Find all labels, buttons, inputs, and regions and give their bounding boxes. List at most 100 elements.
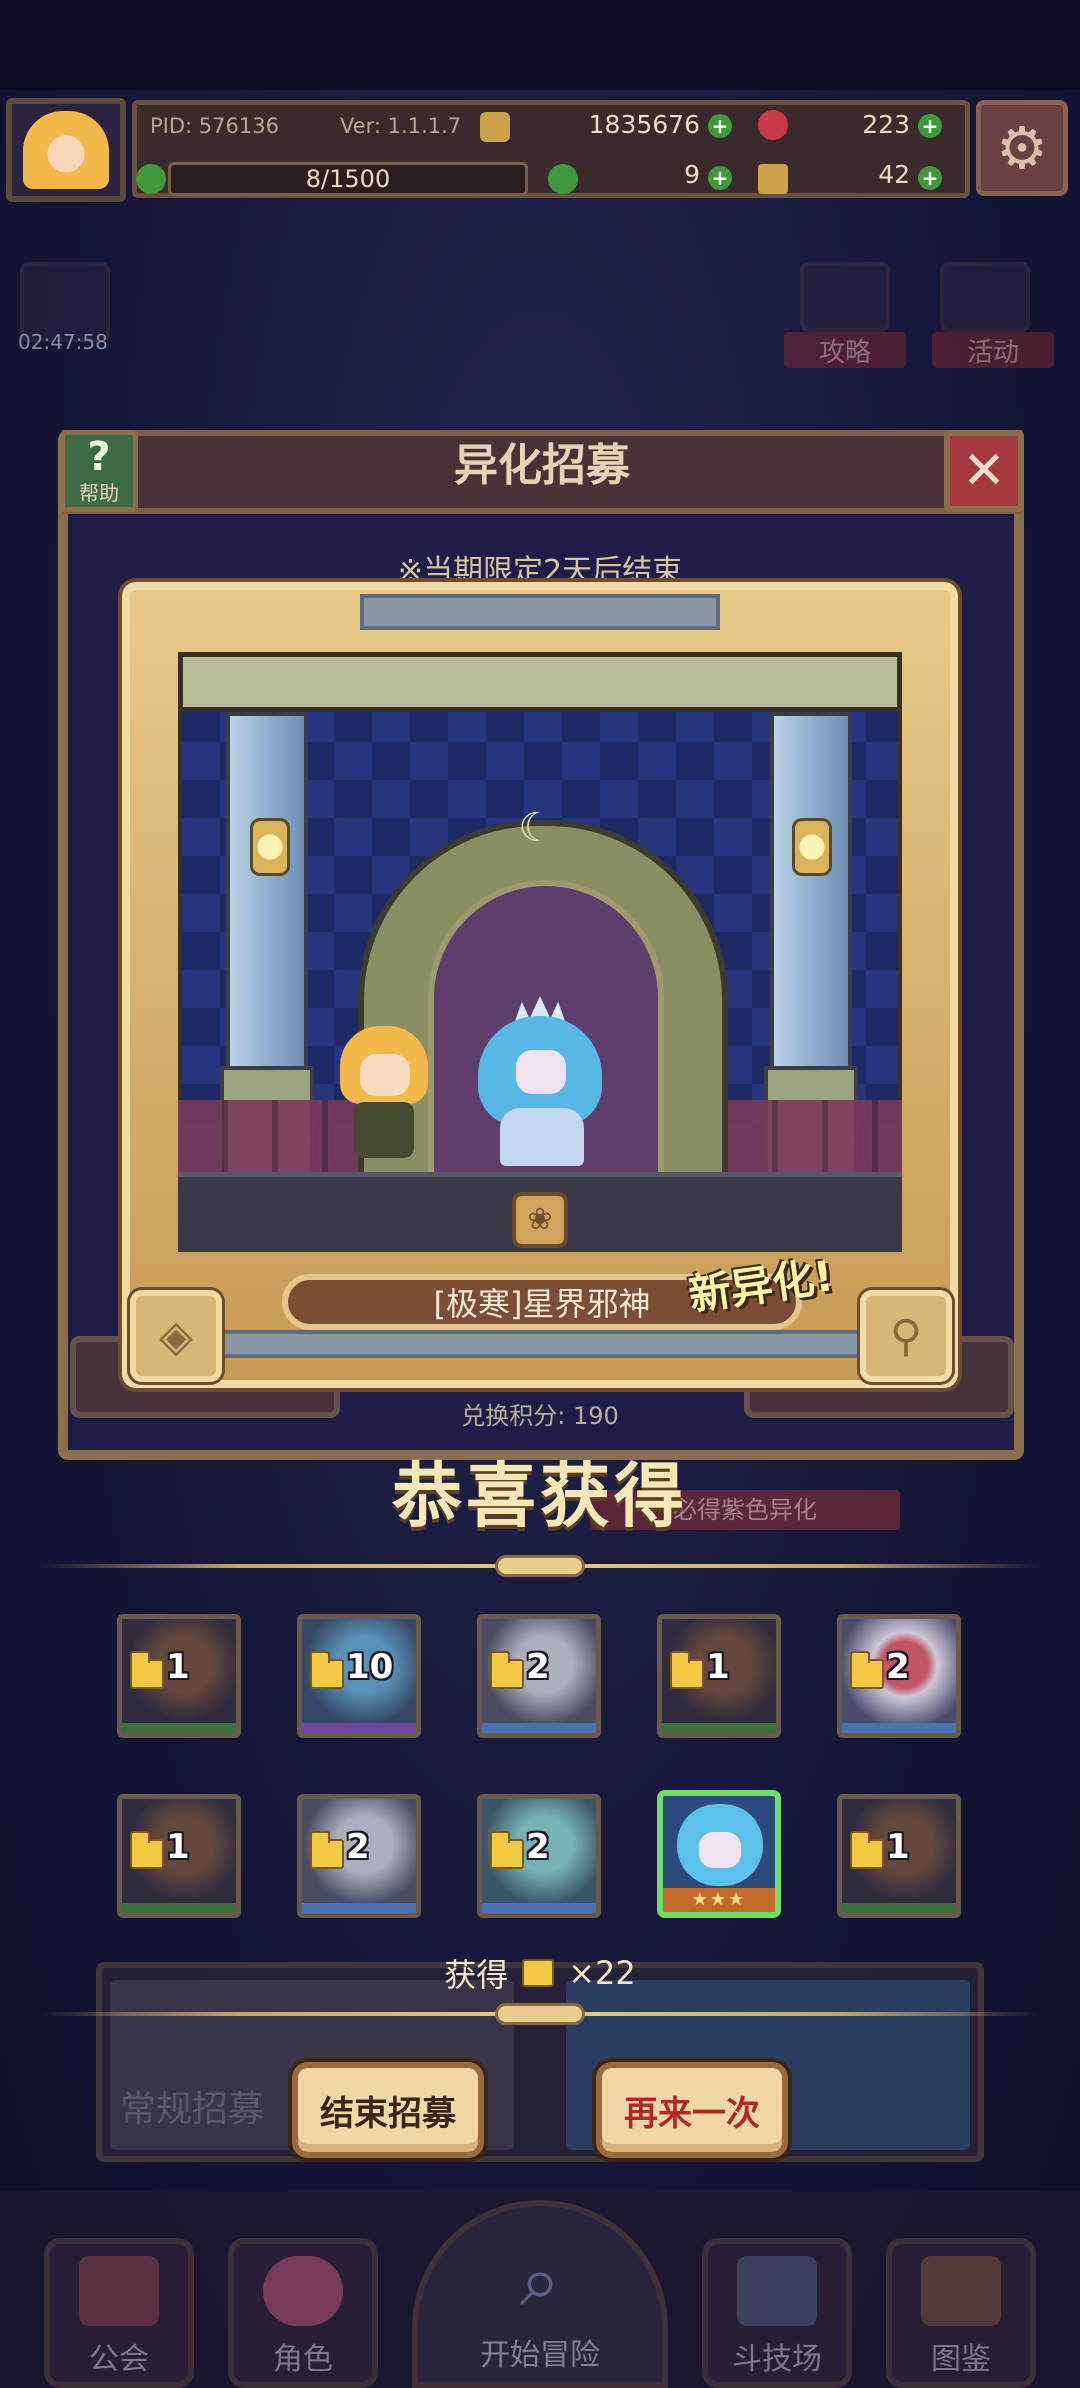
- gain-prefix: 获得: [444, 1956, 509, 1994]
- moon-icon: ☾: [518, 805, 554, 851]
- exp-bar: 8/1500: [168, 162, 528, 196]
- companion-face: [360, 1054, 410, 1096]
- settings-button[interactable]: ⚙: [976, 100, 1068, 196]
- add-gold-icon[interactable]: +: [708, 114, 732, 138]
- end-recruit-button[interactable]: 结束招募: [292, 2062, 484, 2158]
- key-amount: 42: [878, 160, 910, 189]
- left-lamp: [250, 818, 290, 876]
- nav-codex-label: 图鉴: [931, 2342, 991, 2377]
- reward-item[interactable]: 2: [477, 1614, 601, 1738]
- close-button[interactable]: ✕: [944, 430, 1024, 512]
- fragment-icon: [850, 1651, 884, 1689]
- reward-count: 2: [526, 1827, 550, 1867]
- rarity-strip: [482, 1903, 596, 1913]
- card-key-button[interactable]: ⚲: [860, 1290, 952, 1382]
- new-character-reward[interactable]: ★★★: [657, 1790, 781, 1918]
- game-version: Ver: 1.1.1.7: [340, 114, 462, 138]
- nav-arena[interactable]: 斗技场: [702, 2238, 852, 2388]
- bg-event-label: 活动: [932, 332, 1054, 368]
- top-strip: [0, 0, 1080, 90]
- character-name: [极寒]星界邪神: [433, 1285, 651, 1323]
- reward-item[interactable]: 2: [297, 1794, 421, 1918]
- bg-normal-recruit-label: 常规招募: [120, 2089, 265, 2130]
- rarity-strip: [842, 1903, 956, 1913]
- fragment-icon: [490, 1651, 524, 1689]
- reward-item[interactable]: 10: [297, 1614, 421, 1738]
- key-icon: ⚲: [889, 1310, 923, 1362]
- bg-strategy-label: 攻略: [784, 332, 906, 368]
- left-pillar: [226, 712, 308, 1092]
- add-clover-icon[interactable]: +: [708, 166, 732, 190]
- help-button[interactable]: ? 帮助: [60, 430, 138, 512]
- fragment-icon: [310, 1651, 344, 1689]
- gold-coin-icon: [480, 112, 510, 142]
- reward-item[interactable]: 1: [837, 1794, 961, 1918]
- player-avatar[interactable]: [6, 98, 126, 202]
- reward-count: 2: [886, 1647, 910, 1687]
- right-pillar: [770, 712, 852, 1092]
- gain-amount: ×22: [568, 1954, 636, 1992]
- rarity-strip: [122, 1723, 236, 1733]
- codex-icon: [921, 2256, 1001, 2326]
- question-icon: ?: [87, 433, 111, 480]
- congrats-title: 恭喜获得: [392, 1455, 688, 1537]
- reward-count: 2: [526, 1647, 550, 1687]
- reward-item[interactable]: 1: [657, 1614, 781, 1738]
- companion-character: [330, 1026, 438, 1160]
- exchange-points: 兑换积分: 190: [461, 1402, 619, 1430]
- character-icon: [263, 2256, 343, 2326]
- gold-amount: 1835676: [588, 110, 700, 139]
- character-face: [516, 1050, 566, 1094]
- nav-codex[interactable]: 图鉴: [886, 2238, 1036, 2388]
- close-icon: ✕: [962, 441, 1006, 501]
- window-title: 异化招募: [454, 440, 630, 491]
- add-key-icon[interactable]: +: [918, 166, 942, 190]
- fragment-icon: [130, 1831, 164, 1869]
- companion-body: [354, 1102, 414, 1158]
- new-character-sprite: [470, 996, 610, 1166]
- reward-character-face: [699, 1832, 741, 1868]
- crossed-swords-icon: [737, 2256, 817, 2326]
- star-rating: ★★★: [663, 1888, 775, 1912]
- nav-adventure-label: 开始冒险: [480, 2338, 600, 2373]
- bg-strategy-icon: [800, 262, 890, 332]
- character-dress: [500, 1108, 584, 1166]
- reward-count: 1: [886, 1827, 910, 1867]
- reward-item[interactable]: 1: [117, 1614, 241, 1738]
- reward-item[interactable]: 2: [837, 1614, 961, 1738]
- scene-ceiling: [178, 652, 902, 712]
- reward-item[interactable]: 2: [477, 1794, 601, 1918]
- nav-guild-label: 公会: [89, 2342, 149, 2377]
- fragment-icon: [310, 1831, 344, 1869]
- reward-count: 1: [166, 1827, 190, 1867]
- gem-amount: 223: [862, 110, 910, 139]
- clover-icon: [548, 164, 578, 194]
- reward-count: 2: [346, 1827, 370, 1867]
- reward-count: 1: [166, 1647, 190, 1687]
- card-bottom-bar: [200, 1330, 880, 1358]
- magnifier-icon: ⌕: [519, 2238, 561, 2322]
- bg-event-icon: [940, 262, 1030, 332]
- fragment-icon: [130, 1651, 164, 1689]
- add-gem-icon[interactable]: +: [918, 114, 942, 138]
- nav-characters-label: 角色: [273, 2342, 333, 2377]
- help-label: 帮助: [79, 480, 119, 505]
- rarity-strip: [302, 1903, 416, 1913]
- fragment-icon: [522, 1959, 555, 1987]
- rarity-strip: [482, 1723, 596, 1733]
- rarity-strip: [842, 1723, 956, 1733]
- recruit-again-button[interactable]: 再来一次: [596, 2062, 788, 2158]
- card-view-button[interactable]: ◈: [130, 1290, 222, 1382]
- coin-badge-icon: ❀: [512, 1192, 568, 1248]
- nav-characters[interactable]: 角色: [228, 2238, 378, 2388]
- key-icon: [758, 164, 788, 194]
- reward-item[interactable]: 1: [117, 1794, 241, 1918]
- reward-count: 10: [346, 1647, 394, 1687]
- rarity-strip: [662, 1723, 776, 1733]
- rarity-strip: [122, 1903, 236, 1913]
- nav-guild[interactable]: 公会: [44, 2238, 194, 2388]
- fragment-icon: [670, 1651, 704, 1689]
- guild-icon: [79, 2256, 159, 2326]
- player-id: PID: 576136: [150, 114, 279, 138]
- clover-amount: 9: [684, 160, 700, 189]
